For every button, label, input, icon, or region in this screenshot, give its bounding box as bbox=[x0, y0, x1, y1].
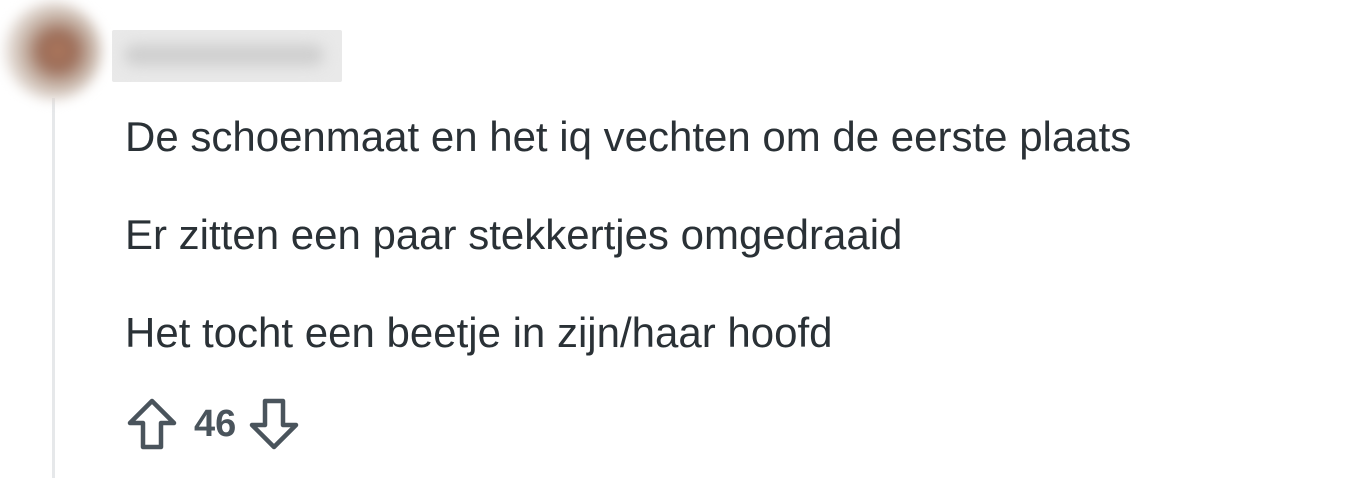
vote-bar: 46 bbox=[124, 394, 302, 454]
comment-text-line: De schoenmaat en het iq vechten om de ee… bbox=[125, 113, 1132, 160]
comment-text-line: Er zitten een paar stekkertjes omgedraai… bbox=[125, 211, 903, 258]
downvote-button[interactable] bbox=[246, 394, 302, 454]
comment-text-line: Het tocht een beetje in zijn/haar hoofd bbox=[125, 309, 833, 356]
username-redacted[interactable] bbox=[112, 30, 342, 82]
vote-score: 46 bbox=[194, 402, 237, 445]
arrow-down-outline-icon bbox=[250, 398, 299, 450]
upvote-button[interactable] bbox=[124, 394, 180, 454]
arrow-up-outline-icon bbox=[127, 398, 177, 450]
comment: De schoenmaat en het iq vechten om de ee… bbox=[0, 0, 1348, 478]
thread-line[interactable] bbox=[52, 98, 55, 478]
avatar[interactable] bbox=[4, 2, 102, 100]
